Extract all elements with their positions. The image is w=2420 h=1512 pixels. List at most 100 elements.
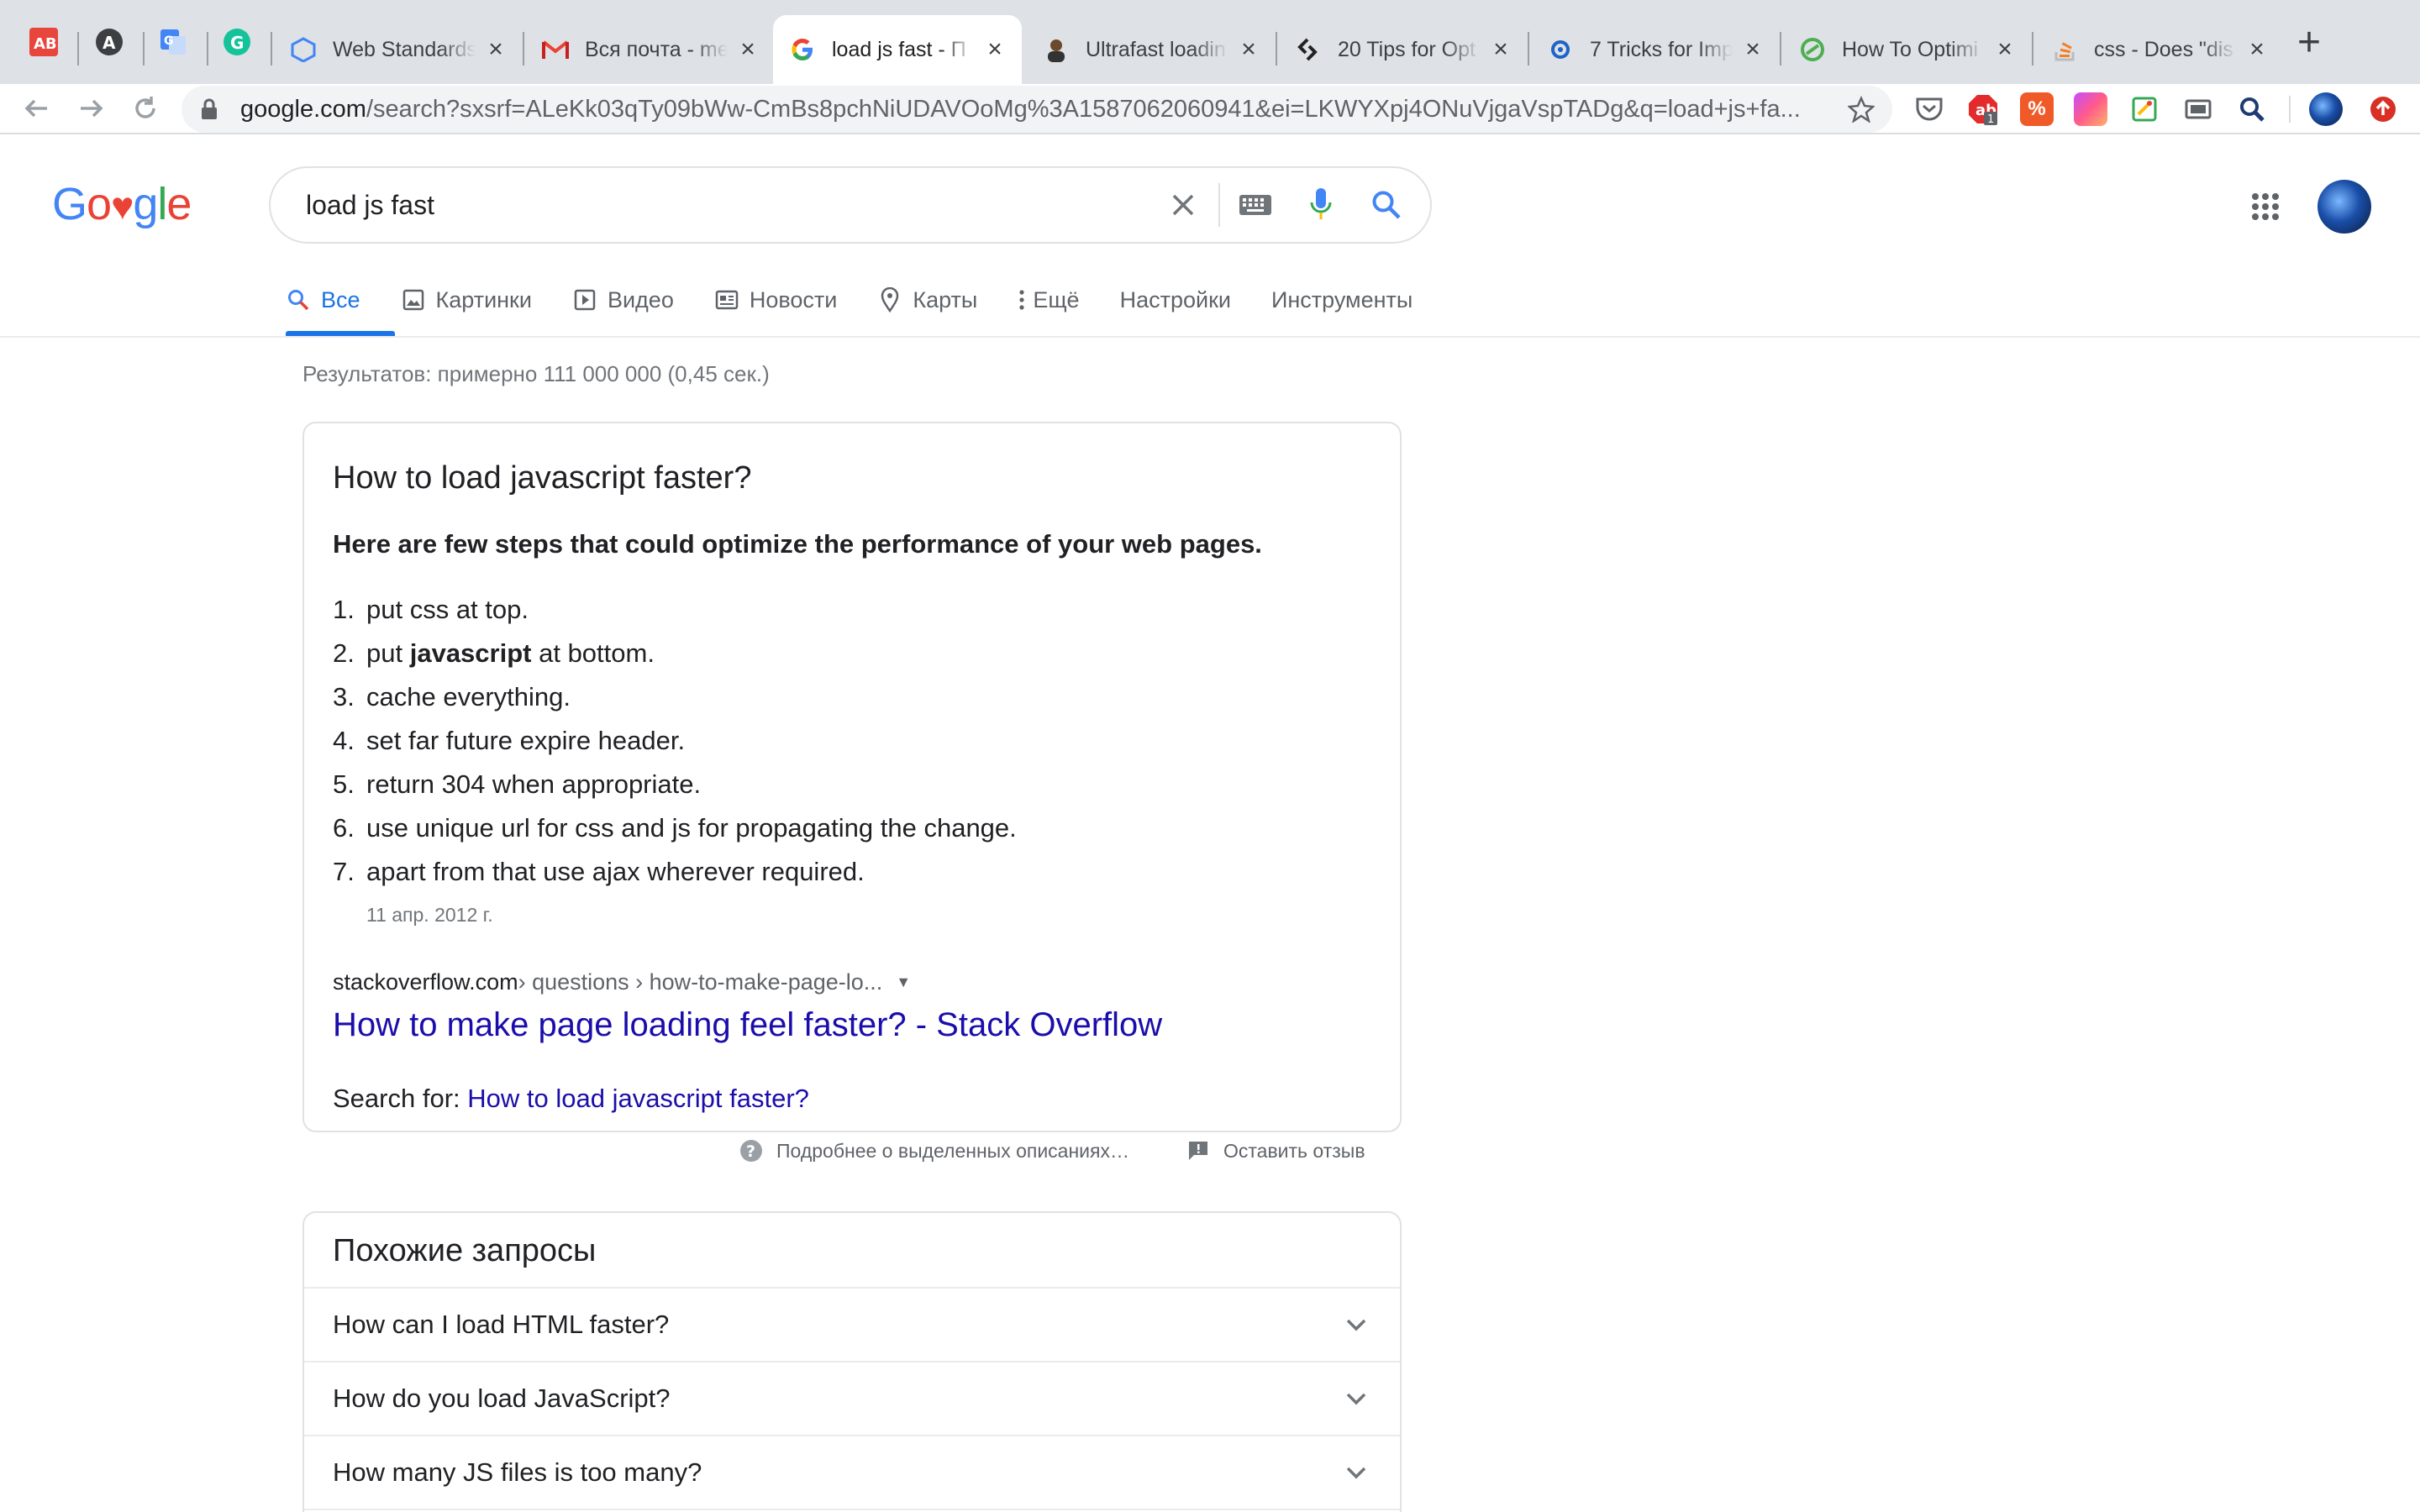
list-item: 3. cache everything. xyxy=(333,682,571,711)
svg-text:AB: AB xyxy=(34,35,57,53)
tab-title: 20 Tips for Opt xyxy=(1338,37,1476,61)
arrow-left-icon xyxy=(24,99,47,118)
cite-domain: stackoverflow.com xyxy=(333,969,518,995)
lock-icon[interactable] xyxy=(200,97,225,121)
result-breadcrumb[interactable]: stackoverflow.com › questions › how-to-m… xyxy=(333,969,911,995)
close-icon[interactable]: × xyxy=(2245,37,2269,62)
clear-icon[interactable] xyxy=(1158,180,1208,230)
tab-all[interactable]: Все xyxy=(286,284,360,316)
google-logo[interactable]: Go♥gle xyxy=(52,178,192,230)
heart-icon: ♥ xyxy=(111,184,134,228)
pinned-tab-ab[interactable]: AB xyxy=(20,18,67,66)
caret-down-icon[interactable]: ▼ xyxy=(896,974,911,991)
map-pin-icon xyxy=(877,287,902,312)
new-tab-button[interactable]: + xyxy=(2290,23,2328,63)
chevron-down-icon[interactable] xyxy=(1341,1310,1371,1340)
chevron-down-icon[interactable] xyxy=(1341,1383,1371,1414)
tab-css-does-dis[interactable]: css - Does "dis × xyxy=(2035,15,2284,84)
update-icon[interactable] xyxy=(2366,92,2400,126)
close-icon[interactable]: × xyxy=(1237,37,1260,62)
about-snippets-link[interactable]: ? Подробнее о выделенных описаниях… xyxy=(739,1139,1129,1163)
related-question-item[interactable]: How do you load JavaScript? xyxy=(304,1362,1400,1436)
tab-google-search[interactable]: load js fast - П × xyxy=(773,15,1022,84)
svg-text:?: ? xyxy=(746,1142,755,1161)
tab-ultrafast[interactable]: Ultrafast loadin × xyxy=(1027,15,1276,84)
gmail-icon xyxy=(541,35,570,64)
url-text[interactable]: google.com/search?sxsrf=ALeKk03qTy09bWw-… xyxy=(240,96,1840,123)
reload-button[interactable] xyxy=(124,87,166,129)
list-item: 1. put css at top. xyxy=(333,595,529,624)
search-icon xyxy=(286,287,311,312)
search-type-tabs: Все Картинки Видео Новости Карты Ещё Нас… xyxy=(286,284,1453,338)
image-icon xyxy=(401,287,426,312)
address-bar[interactable]: google.com/search?sxsrf=ALeKk03qTy09bWw-… xyxy=(182,86,1892,133)
tab-20-tips[interactable]: 20 Tips for Opt × xyxy=(1279,15,1528,84)
close-icon[interactable]: × xyxy=(484,37,508,62)
back-button[interactable] xyxy=(15,87,57,129)
feedback-link[interactable]: Оставить отзыв xyxy=(1186,1139,1365,1163)
profile-avatar[interactable] xyxy=(2309,92,2343,126)
tab-label: Видео xyxy=(607,286,674,312)
tab-maps[interactable]: Карты xyxy=(877,284,977,316)
tab-title: How To Optimi xyxy=(1842,37,1979,61)
forward-button[interactable] xyxy=(71,87,113,129)
search-for-label: Search for: xyxy=(333,1084,468,1113)
gradient-extension-icon[interactable] xyxy=(2074,92,2107,126)
tab-more[interactable]: Ещё xyxy=(1018,284,1080,316)
cite-path: › questions › how-to-make-page-lo... xyxy=(518,969,883,995)
percent-extension-icon[interactable]: % xyxy=(2020,92,2054,126)
toolbar-divider xyxy=(0,133,2420,134)
gear-icon xyxy=(1546,35,1575,64)
tab-images[interactable]: Картинки xyxy=(401,284,532,316)
pinned-tab-translate[interactable]: G xyxy=(150,18,197,66)
search-for-link[interactable]: How to load javascript faster? xyxy=(467,1084,809,1113)
related-question-item[interactable]: How can I load HTML faster? xyxy=(304,1289,1400,1362)
color-picker-icon[interactable] xyxy=(2128,92,2161,126)
result-title-link[interactable]: How to make page loading feel faster? - … xyxy=(333,1006,1162,1044)
tab-web-standards[interactable]: Web Standards × xyxy=(274,15,523,84)
url-host: google.com xyxy=(240,95,366,123)
related-question-label: How can I load HTML faster? xyxy=(333,1310,670,1339)
close-icon[interactable]: × xyxy=(1741,37,1765,62)
apps-grid-icon[interactable] xyxy=(2245,186,2286,227)
search-input[interactable]: load js fast xyxy=(271,190,1158,221)
screenshot-extension-icon[interactable] xyxy=(2181,92,2215,126)
pinned-tab-a[interactable]: A xyxy=(86,18,133,66)
list-item: 6. use unique url for css and js for prop… xyxy=(333,813,1017,843)
tab-7-tricks[interactable]: 7 Tricks for Imp × xyxy=(1531,15,1780,84)
snippet-question: How to load javascript faster? xyxy=(333,460,752,496)
chevron-down-icon[interactable] xyxy=(1341,1457,1371,1488)
google-icon xyxy=(788,35,817,64)
close-icon[interactable]: × xyxy=(1489,37,1512,62)
pinned-tab-grammarly[interactable]: G xyxy=(213,18,260,66)
related-question-item[interactable]: How many JS files is too many? xyxy=(304,1436,1400,1510)
person-icon xyxy=(1042,35,1071,64)
tab-settings[interactable]: Настройки xyxy=(1120,284,1231,316)
close-icon[interactable]: × xyxy=(736,37,760,62)
green-circle-icon xyxy=(1798,35,1827,64)
stackoverflow-icon xyxy=(2050,35,2079,64)
more-vert-icon xyxy=(1018,287,1026,312)
search-icon[interactable] xyxy=(1361,180,1412,230)
adblock-icon[interactable]: ab 1 xyxy=(1966,92,2000,126)
url-path: /search?sxsrf=ALeKk03qTy09bWw-CmBs8pchNi… xyxy=(366,95,1801,123)
tab-tools[interactable]: Инструменты xyxy=(1271,284,1413,316)
close-icon[interactable]: × xyxy=(983,37,1007,62)
pocket-icon[interactable] xyxy=(1912,92,1946,126)
magnifier-extension-icon[interactable] xyxy=(2235,92,2269,126)
tab-video[interactable]: Видео xyxy=(572,284,674,316)
search-box[interactable]: load js fast xyxy=(269,166,1432,244)
close-icon[interactable]: × xyxy=(1993,37,2017,62)
microphone-icon[interactable] xyxy=(1296,180,1346,230)
tab-gmail[interactable]: Вся почта - me × xyxy=(526,15,775,84)
feedback-icon xyxy=(1186,1139,1210,1163)
tab-news[interactable]: Новости xyxy=(714,284,837,316)
result-stats: Результатов: примерно 111 000 000 (0,45 … xyxy=(302,361,770,386)
help-circle-icon: ? xyxy=(739,1139,763,1163)
translate-icon: G xyxy=(160,29,186,55)
svg-text:G: G xyxy=(164,34,174,48)
tab-how-to-optimize[interactable]: How To Optimi × xyxy=(1783,15,2032,84)
bookmark-star-icon[interactable] xyxy=(1840,96,1882,123)
keyboard-icon[interactable] xyxy=(1230,180,1281,230)
account-avatar[interactable] xyxy=(2317,180,2371,234)
